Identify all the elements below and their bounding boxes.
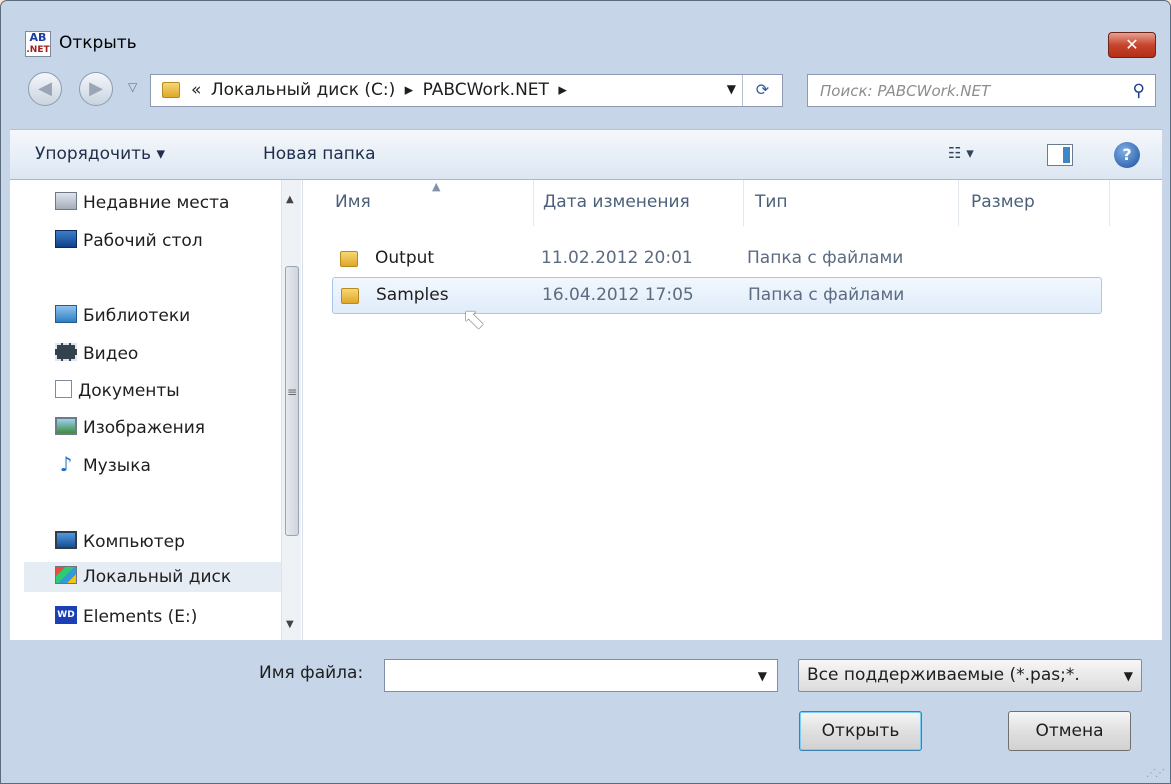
filename-combobox[interactable]: ▼ [384,659,778,692]
sidebar-item-desktop[interactable]: Рабочий стол [55,226,203,256]
column-header-name[interactable]: Имя [335,192,371,212]
sidebar-item-video[interactable]: Видео [55,339,138,369]
refresh-button[interactable]: ⟳ [742,75,782,106]
address-bar[interactable]: « Локальный диск (C:) ▸ PABCWork.NET ▸ ▼… [150,74,783,107]
libraries-icon [55,305,77,323]
folder-icon [340,251,358,267]
sidebar-item-recent-places[interactable]: Недавние места [55,188,229,218]
sidebar-item-music[interactable]: ♪ Музыка [55,451,151,481]
sidebar-item-libraries[interactable]: Библиотеки [55,301,190,331]
scrollbar-thumb[interactable] [285,266,299,536]
file-type: Папка с файлами [748,285,905,305]
preview-pane-button[interactable] [1047,144,1073,166]
open-button[interactable]: Открыть [799,711,922,751]
table-row[interactable]: Samples 16.04.2012 17:05 Папка с файлами [332,277,1102,314]
sidebar-item-computer[interactable]: Компьютер [55,527,185,557]
navigation-bar: ◀ ▶ ▽ « Локальный диск (C:) ▸ PABCWork.N… [1,67,1170,111]
wd-drive-icon: WD [55,606,77,624]
file-date: 16.04.2012 17:05 [542,285,694,305]
back-button[interactable]: ◀ [28,72,62,106]
breadcrumb-separator-icon[interactable]: ▸ [558,80,567,100]
filter-value: Все поддерживаемые (*.pas;*. [807,665,1080,685]
sidebar-item-local-disk[interactable]: Локальный диск [24,562,286,592]
column-divider[interactable] [743,180,744,226]
scroll-down-icon[interactable]: ▼ [286,619,294,630]
mouse-cursor-icon: ⬉ [462,302,486,335]
scroll-up-icon[interactable]: ▲ [286,194,294,205]
new-folder-button[interactable]: Новая папка [263,144,376,164]
chevron-down-icon[interactable]: ▼ [758,669,767,683]
local-disk-icon [55,566,77,584]
forward-arrow-icon: ▶ [89,78,103,99]
file-name-panel: Имя файла: ▼ Все поддерживаемые (*.pas;*… [1,641,1171,784]
main-content: Недавние места Рабочий стол Библиотеки В… [10,180,1162,640]
window-title: Открыть [59,33,137,53]
table-row[interactable]: Output 11.02.2012 20:01 Папка с файлами [332,241,1102,278]
column-divider[interactable] [1109,180,1110,226]
sidebar-item-pictures[interactable]: Изображения [55,413,205,443]
column-header-date[interactable]: Дата изменения [543,192,690,212]
file-list: ▲ Имя Дата изменения Тип Размер Output 1… [303,180,1162,640]
file-type: Папка с файлами [747,248,904,268]
sidebar-scrollbar[interactable]: ▲ ▼ [281,180,301,640]
breadcrumb-local-disk[interactable]: Локальный диск (C:) [211,80,395,100]
pictures-icon [55,417,77,435]
help-icon: ? [1122,145,1132,164]
breadcrumb-pabcwork[interactable]: PABCWork.NET [423,80,549,100]
refresh-icon: ⟳ [755,80,770,99]
music-icon: ♪ [59,452,73,476]
recent-pages-dropdown[interactable]: ▽ [128,80,137,94]
filename-label: Имя файла: [259,663,364,683]
cancel-button[interactable]: Отмена [1008,711,1131,751]
breadcrumb: « Локальный диск (C:) ▸ PABCWork.NET ▸ [191,80,571,100]
view-options-icon: ☷ ▾ [948,144,974,162]
column-divider[interactable] [958,180,959,226]
close-icon: ✕ [1125,35,1139,54]
title-bar[interactable]: AB .NET Открыть ✕ [1,1,1170,61]
documents-icon [55,380,72,398]
change-view-button[interactable]: ☷ ▾ [948,144,974,162]
sidebar-item-elements[interactable]: WD Elements (E:) [55,602,197,632]
filename-input[interactable] [391,664,731,688]
file-name: Samples [376,285,449,305]
sort-ascending-icon: ▲ [432,180,441,193]
organize-button[interactable]: Упорядочить ▾ [35,144,165,164]
forward-button[interactable]: ▶ [79,72,113,106]
folder-icon [162,82,180,98]
column-header-size[interactable]: Размер [971,192,1035,212]
address-dropdown-icon[interactable]: ▼ [727,82,736,96]
column-header-type[interactable]: Тип [755,192,788,212]
file-name: Output [375,248,435,268]
sidebar-item-documents[interactable]: Документы [55,376,180,406]
help-button[interactable]: ? [1114,142,1140,168]
computer-icon [55,531,77,549]
file-type-filter[interactable]: Все поддерживаемые (*.pas;*. ▼ [798,659,1142,692]
command-bar: Упорядочить ▾ Новая папка ☷ ▾ ? [10,129,1162,180]
desktop-icon [55,230,77,248]
file-date: 11.02.2012 20:01 [541,248,693,268]
close-button[interactable]: ✕ [1108,32,1156,58]
navigation-pane: Недавние места Рабочий стол Библиотеки В… [10,180,303,640]
breadcrumb-overflow[interactable]: « [191,80,201,100]
back-arrow-icon: ◀ [38,78,52,99]
search-input[interactable] [820,80,1110,102]
chevron-down-icon[interactable]: ▼ [1124,669,1133,683]
folder-icon [341,288,359,304]
search-box[interactable]: ⚲ [807,74,1156,107]
search-icon[interactable]: ⚲ [1133,81,1145,101]
resize-grip-icon[interactable]: ⋰⋰ [1146,768,1165,779]
app-icon: AB .NET [25,31,51,57]
column-divider[interactable] [533,180,534,226]
breadcrumb-separator-icon[interactable]: ▸ [405,80,414,100]
video-icon [55,343,77,361]
open-file-dialog: AB .NET Открыть ✕ ◀ ▶ ▽ « Локальный диск… [0,0,1171,784]
recent-places-icon [55,192,77,210]
